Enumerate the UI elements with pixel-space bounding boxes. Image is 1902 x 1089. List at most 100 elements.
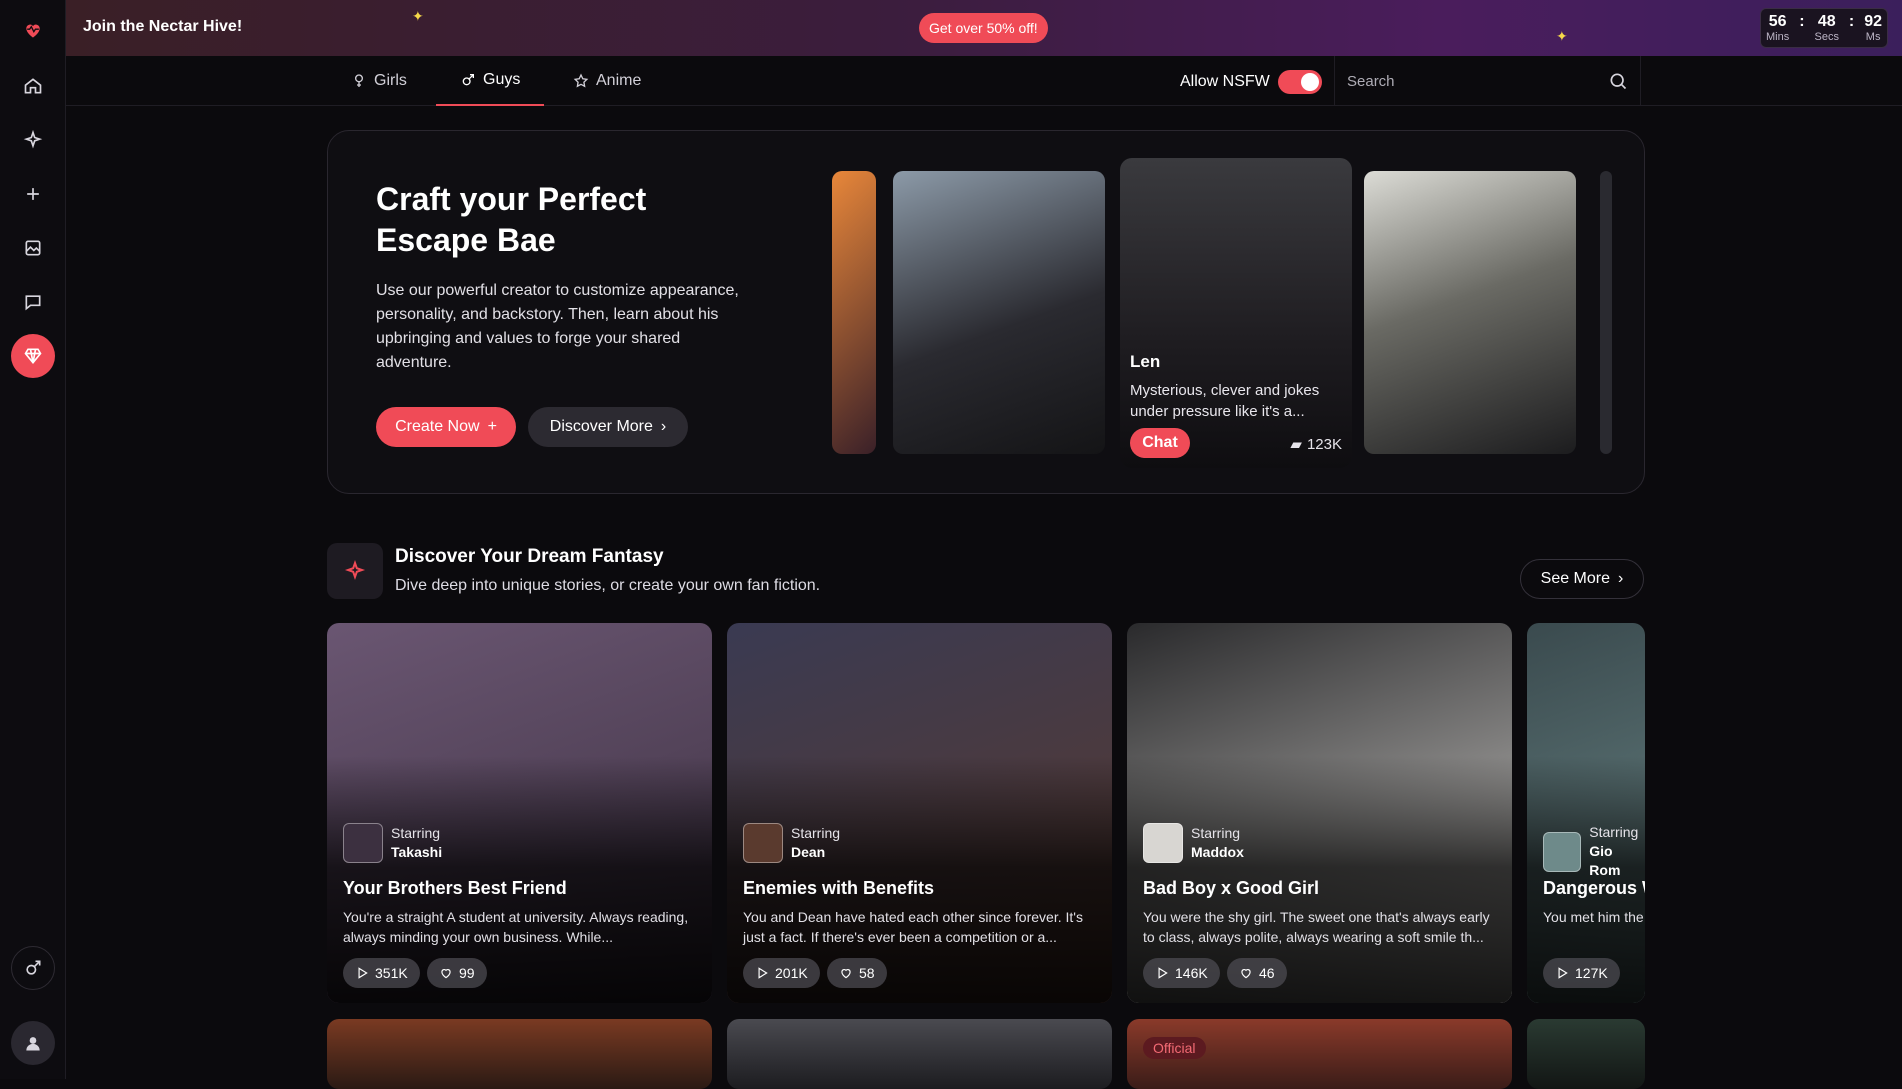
chat-icon[interactable] [11,280,55,324]
starring-block: Starring Gio Rom [1543,823,1645,880]
star-avatar [343,823,383,863]
heart-icon [841,969,851,979]
hero-title: Craft your Perfect Escape Bae [376,181,647,258]
section-subtitle: Dive deep into unique stories, or create… [395,577,821,594]
section-title: Discover Your Dream Fantasy [395,546,664,567]
sidebar [0,0,66,1079]
tab-anime[interactable]: Anime [549,56,665,106]
likes-value: 99 [459,965,475,981]
plays-value: 201K [775,965,808,981]
featured-description: Mysterious, clever and jokes under press… [1130,382,1320,420]
hero-description: Use our powerful creator to customize ap… [376,282,739,371]
play-icon [758,967,768,979]
see-more-button[interactable]: See More › [1520,559,1644,599]
timer-separator: : [1848,13,1855,30]
story-description: You and Dean have hated each other since… [743,909,1083,945]
timer-secs-label: Secs [1814,31,1839,43]
nsfw-toggle[interactable] [1277,70,1322,94]
featured-character-card[interactable]: Len Mysterious, clever and jokes under p… [1120,158,1352,468]
male-gender-icon[interactable] [11,946,55,990]
starring-label: Starring [1191,825,1241,841]
story-description: You're a straight A student at universit… [343,909,689,945]
star-decoration-icon: ✦ [412,8,424,24]
story-card[interactable]: Starring Gio RomDangerous W You met him th… [1527,623,1645,1003]
timer-secs: 48 [1817,13,1836,30]
story-title: Enemies with Benefits [743,878,935,898]
story-description: You met him the threatened the c [1543,909,1645,925]
likes-value: 46 [1259,965,1275,981]
search-icon[interactable] [1608,71,1628,91]
plays-value: 127K [1575,965,1608,981]
user-avatar-icon[interactable] [11,1021,55,1065]
story-title: Bad Boy x Good Girl [1143,878,1320,898]
starring-label: Starring [1589,824,1639,840]
nsfw-setting: Allow NSFW [1180,70,1322,94]
timer-separator: : [1799,13,1805,30]
star-icon [573,73,589,88]
character-card[interactable] [1600,171,1612,454]
starring-block: Starring Maddox [1143,823,1244,863]
plays-count: 146K [1143,958,1220,988]
likes-count: 99 [427,958,487,988]
star-avatar [743,823,783,863]
heart-icon [441,969,451,979]
image-generate-icon[interactable] [11,226,55,270]
chevron-right-icon: › [1618,570,1624,587]
play-icon [358,967,368,979]
plus-icon[interactable] [11,172,55,216]
create-now-label: Create Now [395,418,480,435]
featured-name: Len [1130,352,1161,371]
star-name: Gio Rom [1589,843,1621,878]
sparkle-icon[interactable] [11,118,55,162]
chat-button[interactable]: Chat [1130,428,1190,458]
banner-title: Join the Nectar Hive! [83,18,243,35]
chat-count-value: 123K [1306,435,1342,453]
likes-value: 58 [859,965,875,981]
plays-value: 146K [1175,965,1208,981]
plays-count: 351K [343,958,420,988]
create-now-button[interactable]: Create Now + [376,407,516,447]
discover-more-label: Discover More [549,418,653,435]
tab-label: Girls [374,72,407,89]
premium-gem-icon[interactable] [11,334,55,378]
heart-icon [1241,969,1251,979]
star-avatar [1543,831,1582,872]
starring-label: Starring [791,825,841,841]
tab-girls[interactable]: Girls [327,56,431,106]
discount-button[interactable]: Get over 50% off! [919,13,1048,43]
discover-more-button[interactable]: Discover More › [528,407,688,447]
story-description: You were the shy girl. The sweet one tha… [1143,909,1490,945]
character-card[interactable] [832,171,876,454]
star-name: Takashi [391,844,443,860]
timer-ms: 92 [1864,13,1883,30]
play-icon [1158,967,1168,979]
star-decoration-icon: ✦ [1556,28,1568,44]
story-card[interactable]: Starring Dean Enemies with Benefits You and… [727,623,1112,1003]
star-name: Dean [791,844,826,860]
promo-banner: Join the Nectar Hive! ✦ Get over 50% off… [66,0,1902,56]
heart-logo-icon[interactable] [11,8,55,52]
star-avatar [1143,823,1183,863]
plays-count: 127K [1543,958,1620,988]
plus-icon: + [487,418,497,435]
home-icon[interactable] [11,64,55,108]
timer-ms-label: Ms [1865,31,1881,43]
search-box [1334,56,1641,106]
likes-count: 58 [827,958,887,988]
story-card[interactable]: Starring Takashi Your Brothers Best Friend… [327,623,712,1003]
story-card[interactable]: Starring Maddox Bad Boy x Good Girl You wer… [1127,623,1512,1003]
character-card[interactable] [1364,171,1576,454]
search-input[interactable] [1335,56,1595,106]
starring-block: Starring Takashi [343,823,442,863]
category-nav: Girls Guys Anime Allow NSFW [66,56,1902,106]
sparkle-icon [327,543,383,599]
timer-mins-label: Mins [1765,31,1790,43]
character-card[interactable] [893,171,1105,454]
story-title: Dangerous W [1543,878,1645,898]
plays-value: 351K [375,965,408,981]
male-icon [462,74,474,86]
play-icon [1558,967,1568,979]
tab-guys[interactable]: Guys [436,56,545,106]
countdown-timer: 56 Mins : 48 Secs : 92 Ms [1760,8,1888,48]
creator-hero: Craft your Perfect Escape Bae Use our po… [327,130,1645,494]
